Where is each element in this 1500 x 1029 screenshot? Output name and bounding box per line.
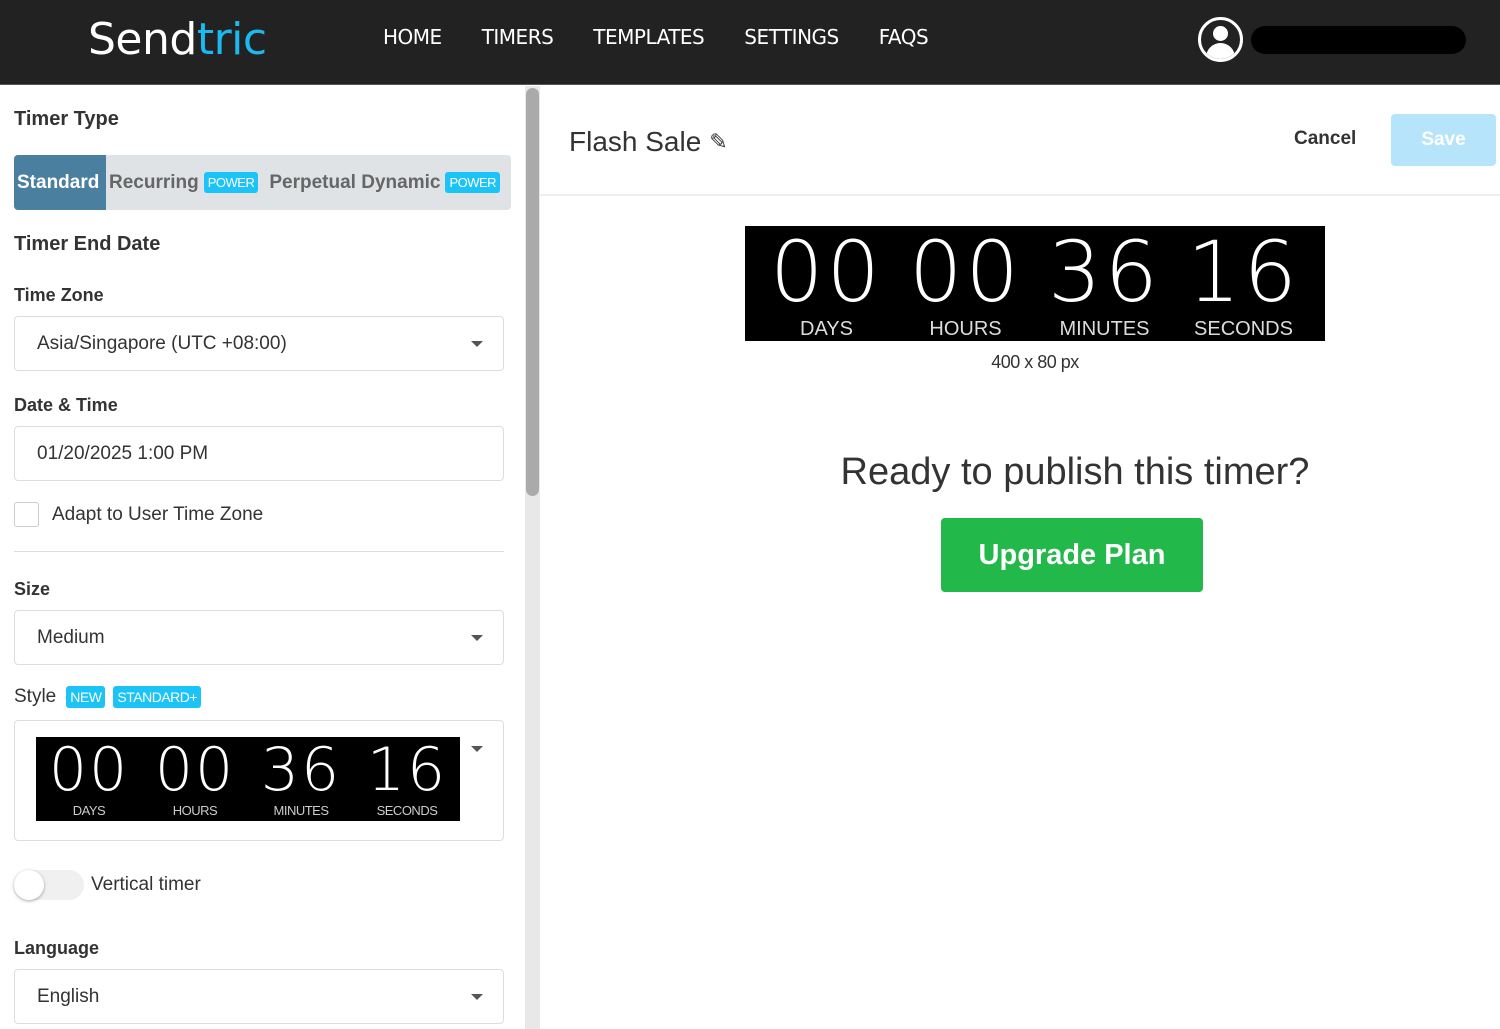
tab-recurring[interactable]: Recurring POWER bbox=[106, 155, 266, 210]
timer-unit-hours: 00 HOURS bbox=[901, 226, 1031, 341]
chevron-down-icon bbox=[471, 746, 483, 752]
timer-unit-label: SECONDS bbox=[376, 803, 438, 818]
language-value: English bbox=[37, 985, 100, 1007]
timer-unit-seconds: 16 SECONDS bbox=[357, 737, 457, 821]
style-select[interactable]: 00 DAYS 00 HOURS 36 MINUTES 16 SECONDS bbox=[14, 720, 504, 841]
chevron-down-icon bbox=[471, 634, 483, 641]
timer-name-text: Flash Sale bbox=[569, 126, 702, 157]
vertical-timer-label: Vertical timer bbox=[91, 874, 201, 895]
timer-value: 00 bbox=[770, 223, 883, 321]
time-zone-select[interactable]: Asia/Singapore (UTC +08:00) bbox=[14, 316, 504, 371]
timer-value: 16 bbox=[1187, 223, 1300, 321]
power-badge: POWER bbox=[445, 172, 501, 193]
chevron-down-icon bbox=[471, 993, 483, 1000]
timer-unit-label: SECONDS bbox=[1194, 318, 1293, 340]
timer-unit-label: DAYS bbox=[800, 318, 853, 340]
power-badge: POWER bbox=[203, 172, 259, 193]
timer-unit-label: HOURS bbox=[172, 803, 218, 818]
timer-unit-label: HOURS bbox=[929, 318, 1002, 340]
timer-unit-days: 00 DAYS bbox=[762, 226, 892, 341]
save-button[interactable]: Save bbox=[1391, 114, 1496, 166]
new-badge: NEW bbox=[66, 686, 106, 708]
language-select[interactable]: English bbox=[14, 969, 504, 1024]
time-zone-value: Asia/Singapore (UTC +08:00) bbox=[37, 332, 287, 354]
timer-unit-minutes: 36 MINUTES bbox=[251, 737, 351, 821]
top-navbar: Sendtric HOME TIMERS TEMPLATES SETTINGS … bbox=[0, 0, 1500, 85]
timer-dimensions: 400 x 80 px bbox=[991, 352, 1079, 372]
nav-timers[interactable]: TIMERS bbox=[482, 25, 554, 49]
timer-unit-seconds: 16 SECONDS bbox=[1179, 226, 1309, 341]
user-circle-icon[interactable] bbox=[1198, 17, 1243, 62]
scrollbar-thumb[interactable] bbox=[526, 88, 539, 496]
timer-name[interactable]: Flash Sale ✎ bbox=[569, 126, 728, 158]
timer-preview-panel: Flash Sale ✎ Cancel Save 00 DAYS 00 HOURS … bbox=[540, 86, 1500, 1029]
date-time-input[interactable]: 01/20/2025 1:00 PM bbox=[14, 426, 504, 481]
timer-unit-label: MINUTES bbox=[1059, 318, 1150, 340]
sidebar-scrollbar[interactable] bbox=[525, 86, 540, 1029]
date-time-label: Date & Time bbox=[14, 395, 118, 415]
nav-home[interactable]: HOME bbox=[383, 25, 442, 49]
size-label: Size bbox=[14, 579, 51, 599]
timer-preview: 00 DAYS 00 HOURS 36 MINUTES 16 SECONDS bbox=[745, 226, 1325, 341]
vertical-timer-row: Vertical timer bbox=[14, 870, 201, 900]
timer-value: 36 bbox=[1048, 223, 1161, 321]
style-label: Style bbox=[14, 686, 57, 707]
adapt-time-zone-checkbox[interactable] bbox=[14, 502, 39, 527]
timer-type-tabs: Standard Recurring POWER Perpetual Dynam… bbox=[14, 155, 511, 210]
date-time-value: 01/20/2025 1:00 PM bbox=[37, 442, 209, 464]
pencil-icon[interactable]: ✎ bbox=[709, 129, 727, 155]
timer-end-date-heading: Timer End Date bbox=[14, 233, 161, 255]
tab-standard[interactable]: Standard bbox=[14, 155, 106, 210]
upgrade-plan-button[interactable]: Upgrade Plan bbox=[941, 518, 1203, 592]
timer-unit-minutes: 36 MINUTES bbox=[1040, 226, 1170, 341]
time-zone-label: Time Zone bbox=[14, 285, 104, 305]
nav-faqs[interactable]: FAQS bbox=[879, 25, 929, 49]
timer-value: 16 bbox=[366, 735, 448, 805]
vertical-timer-toggle[interactable] bbox=[14, 870, 84, 900]
timer-value: 00 bbox=[909, 223, 1022, 321]
tab-label: Perpetual Dynamic bbox=[269, 171, 441, 193]
tab-label: Standard bbox=[17, 171, 100, 193]
cancel-button[interactable]: Cancel bbox=[1294, 128, 1356, 150]
timer-unit-days: 00 DAYS bbox=[39, 737, 139, 821]
timer-unit-label: MINUTES bbox=[273, 803, 330, 818]
standard-plus-badge: STANDARD+ bbox=[113, 686, 202, 708]
editor-header: Flash Sale ✎ Cancel Save bbox=[540, 86, 1500, 196]
timer-unit-label: DAYS bbox=[72, 803, 106, 818]
timer-value: 00 bbox=[48, 735, 130, 805]
size-select[interactable]: Medium bbox=[14, 610, 504, 665]
nav-settings[interactable]: SETTINGS bbox=[744, 25, 839, 49]
adapt-time-zone-row: Adapt to User Time Zone bbox=[14, 502, 263, 527]
logo-text-tric: tric bbox=[196, 14, 267, 65]
toggle-knob bbox=[14, 870, 44, 900]
language-label: Language bbox=[14, 938, 100, 958]
size-value: Medium bbox=[37, 626, 105, 648]
nav-templates[interactable]: TEMPLATES bbox=[593, 25, 704, 49]
logo[interactable]: Sendtric bbox=[88, 14, 267, 65]
publish-prompt: Ready to publish this timer? bbox=[840, 451, 1310, 493]
logo-text-send: Send bbox=[88, 14, 197, 65]
timer-unit-hours: 00 HOURS bbox=[145, 737, 245, 821]
redacted-username bbox=[1251, 25, 1466, 54]
divider bbox=[14, 551, 504, 552]
timer-value: 36 bbox=[260, 735, 342, 805]
style-preview-timer: 00 DAYS 00 HOURS 36 MINUTES 16 SECONDS bbox=[36, 737, 460, 821]
style-label-row: Style NEW STANDARD+ bbox=[14, 686, 209, 708]
timer-type-heading: Timer Type bbox=[14, 108, 119, 130]
tab-label: Recurring bbox=[109, 171, 199, 193]
timer-settings-sidebar: Timer Type Standard Recurring POWER Perp… bbox=[0, 86, 540, 1029]
chevron-down-icon bbox=[471, 340, 483, 347]
user-menu[interactable] bbox=[1198, 17, 1466, 62]
adapt-time-zone-label[interactable]: Adapt to User Time Zone bbox=[52, 504, 263, 526]
tab-perpetual-dynamic[interactable]: Perpetual Dynamic POWER bbox=[266, 155, 508, 210]
timer-value: 00 bbox=[154, 735, 236, 805]
main-nav: HOME TIMERS TEMPLATES SETTINGS FAQS bbox=[383, 25, 929, 49]
